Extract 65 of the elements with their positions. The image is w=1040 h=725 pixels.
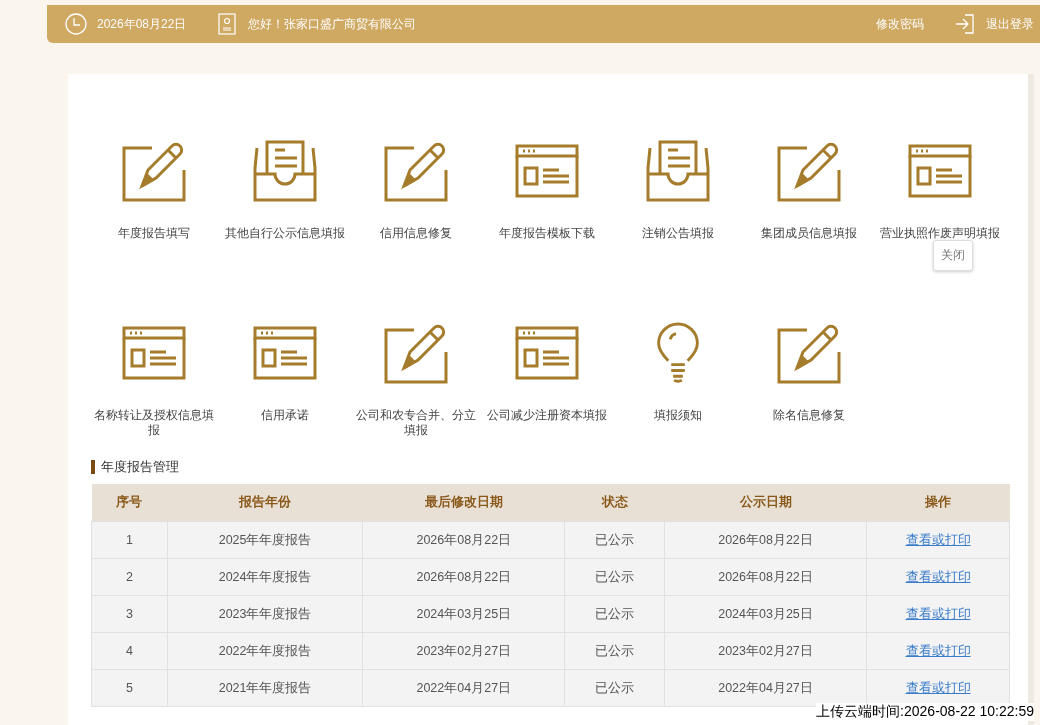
column-header: 公示日期 [664,484,867,522]
function-label[interactable]: 填报须知 [653,408,702,423]
table-cell: 已公示 [564,669,665,707]
logout-icon[interactable] [954,13,976,35]
function-label[interactable]: 除名信息修复 [772,408,845,423]
section-marker [91,460,95,474]
table-cell: 4 [91,632,168,670]
edit-icon [383,322,448,384]
function-label[interactable]: 公司和农专合并、分立填报 [350,408,481,438]
inbox-document-icon [645,140,710,202]
column-header: 报告年份 [167,484,363,522]
table-cell: 已公示 [564,521,665,559]
close-tooltip[interactable]: 关闭 [932,240,973,271]
greeting-text: 您好！张家口盛广商贸有限公司 [248,15,417,33]
function-label[interactable]: 营业执照作废声明填报 [879,226,1000,241]
table-cell: 2026年08月22日 [362,521,565,559]
section-title: 年度报告管理 [101,458,179,476]
table-cell: 3 [91,595,168,633]
clock-icon [65,13,87,35]
function-label[interactable]: 年度报告填写 [117,226,190,241]
function-label[interactable]: 信用承诺 [260,408,309,423]
view-print-link[interactable]: 查看或打印 [905,643,971,658]
function-label[interactable]: 信用信息修复 [379,226,452,241]
table-cell: 2023年年度报告 [167,595,363,633]
upload-time-stamp: 上传云端时间:2026-08-22 10:22:59 [816,703,1034,721]
view-print-link[interactable]: 查看或打印 [905,680,971,695]
view-print-link[interactable]: 查看或打印 [905,569,971,584]
table-cell: 2026年08月22日 [664,521,867,559]
function-label[interactable]: 年度报告模板下载 [498,226,595,241]
table-cell: 2026年08月22日 [664,558,867,596]
table-cell: 2026年08月22日 [362,558,565,596]
table-cell: 2024年03月25日 [664,595,867,633]
edit-icon [383,140,448,202]
table-cell: 1 [91,521,168,559]
lightbulb-icon [655,322,700,384]
id-badge-icon [216,13,239,35]
function-label[interactable]: 注销公告填报 [641,226,714,241]
inbox-document-icon [252,140,317,202]
view-print-link[interactable]: 查看或打印 [905,532,971,547]
table-cell: 2023年02月27日 [362,632,565,670]
function-label[interactable]: 公司减少注册资本填报 [486,408,607,423]
table-cell: 2 [91,558,168,596]
column-header: 操作 [866,484,1010,522]
edit-icon [121,140,186,202]
function-label[interactable]: 其他自行公示信息填报 [224,226,345,241]
column-header: 最后修改日期 [362,484,565,522]
table-cell: 已公示 [564,558,665,596]
function-label[interactable]: 集团成员信息填报 [760,226,857,241]
current-date: 2026年08月22日 [97,15,187,33]
column-header: 序号 [91,484,168,522]
table-cell: 2024年03月25日 [362,595,565,633]
table-cell: 2023年02月27日 [664,632,867,670]
table-cell: 2025年年度报告 [167,521,363,559]
edit-icon [776,322,841,384]
view-print-link[interactable]: 查看或打印 [905,606,971,621]
table-cell: 2024年年度报告 [167,558,363,596]
table-cell: 2022年年度报告 [167,632,363,670]
table-cell: 5 [91,669,168,707]
table-cell: 2022年04月27日 [362,669,565,707]
edit-icon [776,140,841,202]
column-header: 状态 [564,484,665,522]
function-label[interactable]: 名称转让及授权信息填报 [88,408,219,438]
table-cell: 已公示 [564,632,665,670]
table-cell: 已公示 [564,595,665,633]
table-cell: 2021年年度报告 [167,669,363,707]
